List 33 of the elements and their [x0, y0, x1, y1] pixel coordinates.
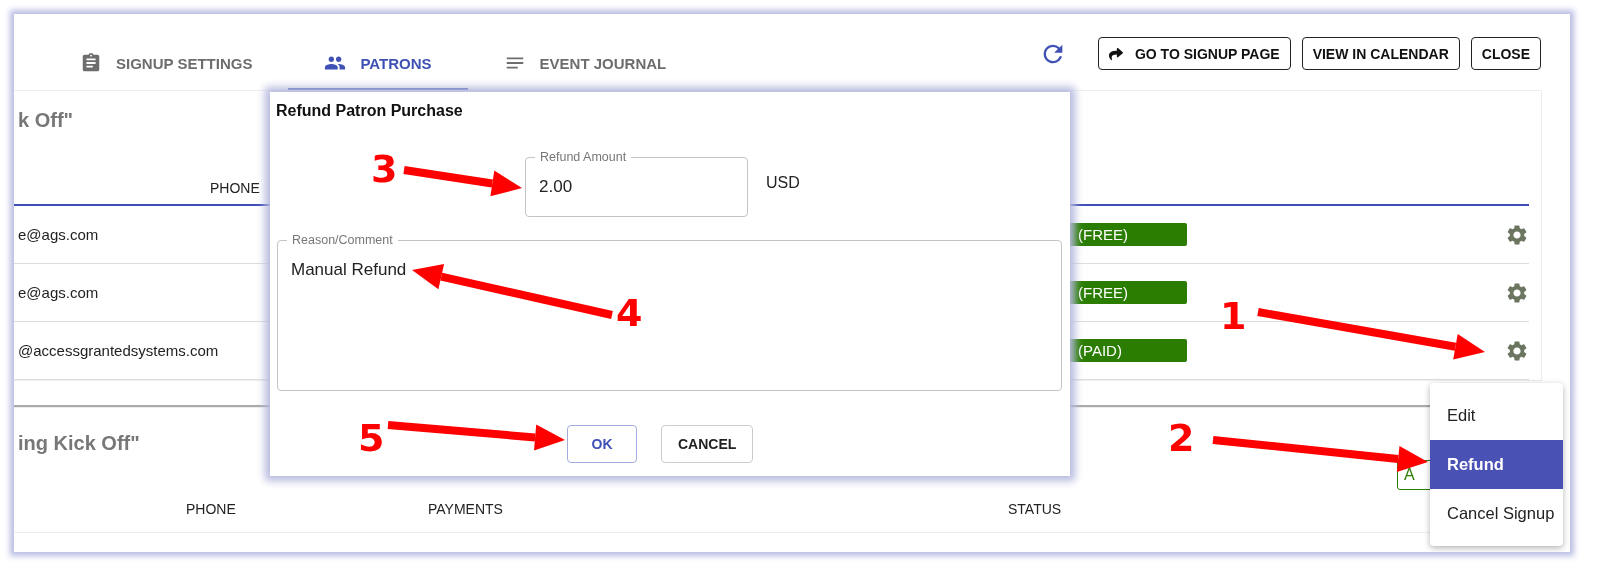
event-title: ing Kick Off" — [18, 432, 140, 454]
step-number: 2 — [1168, 419, 1195, 457]
column-header: STATUS — [1008, 501, 1062, 517]
event-title: k Off" — [18, 109, 74, 131]
toolbar-button[interactable]: GO TO SIGNUP PAGE — [1097, 37, 1291, 70]
toolbar-button[interactable]: CLOSE — [1470, 37, 1541, 70]
menu-item[interactable]: Edit — [1430, 391, 1563, 440]
menu-item[interactable]: Cancel Signup — [1430, 489, 1563, 538]
tab[interactable]: EVENT JOURNAL — [467, 38, 703, 90]
clipboard-icon — [80, 52, 102, 74]
menu-item[interactable]: Refund — [1430, 440, 1563, 489]
column-header: PHONE — [186, 501, 236, 517]
settings-icon[interactable] — [1505, 222, 1529, 247]
step-number: 1 — [1220, 297, 1247, 335]
toolbar-button[interactable]: VIEW IN CALENDAR — [1301, 37, 1460, 70]
settings-icon[interactable] — [1505, 338, 1529, 363]
email-cell: e@ags.com — [18, 284, 99, 301]
column-header: PHONE — [210, 180, 260, 196]
settings-icon[interactable] — [1505, 280, 1529, 305]
step-number: 5 — [358, 419, 385, 457]
email-cell: e@ags.com — [18, 226, 99, 243]
dialog-title: Refund Patron Purchase — [275, 101, 464, 120]
dialog-button[interactable]: CANCEL — [661, 425, 754, 463]
share-icon — [1108, 46, 1123, 61]
column-header: PAYMENTS — [428, 501, 503, 517]
tab[interactable]: SIGNUP SETTINGS — [44, 38, 289, 90]
currency-label: USD — [766, 173, 800, 192]
dialog-button[interactable]: OK — [567, 425, 637, 463]
email-cell: @accessgrantedsystems.com — [18, 342, 219, 359]
step-number: 4 — [616, 294, 643, 332]
step-number: 3 — [371, 150, 398, 188]
tab[interactable]: PATRONS — [288, 38, 468, 90]
amount-field[interactable]: Refund Amount 2.00 — [525, 148, 748, 217]
